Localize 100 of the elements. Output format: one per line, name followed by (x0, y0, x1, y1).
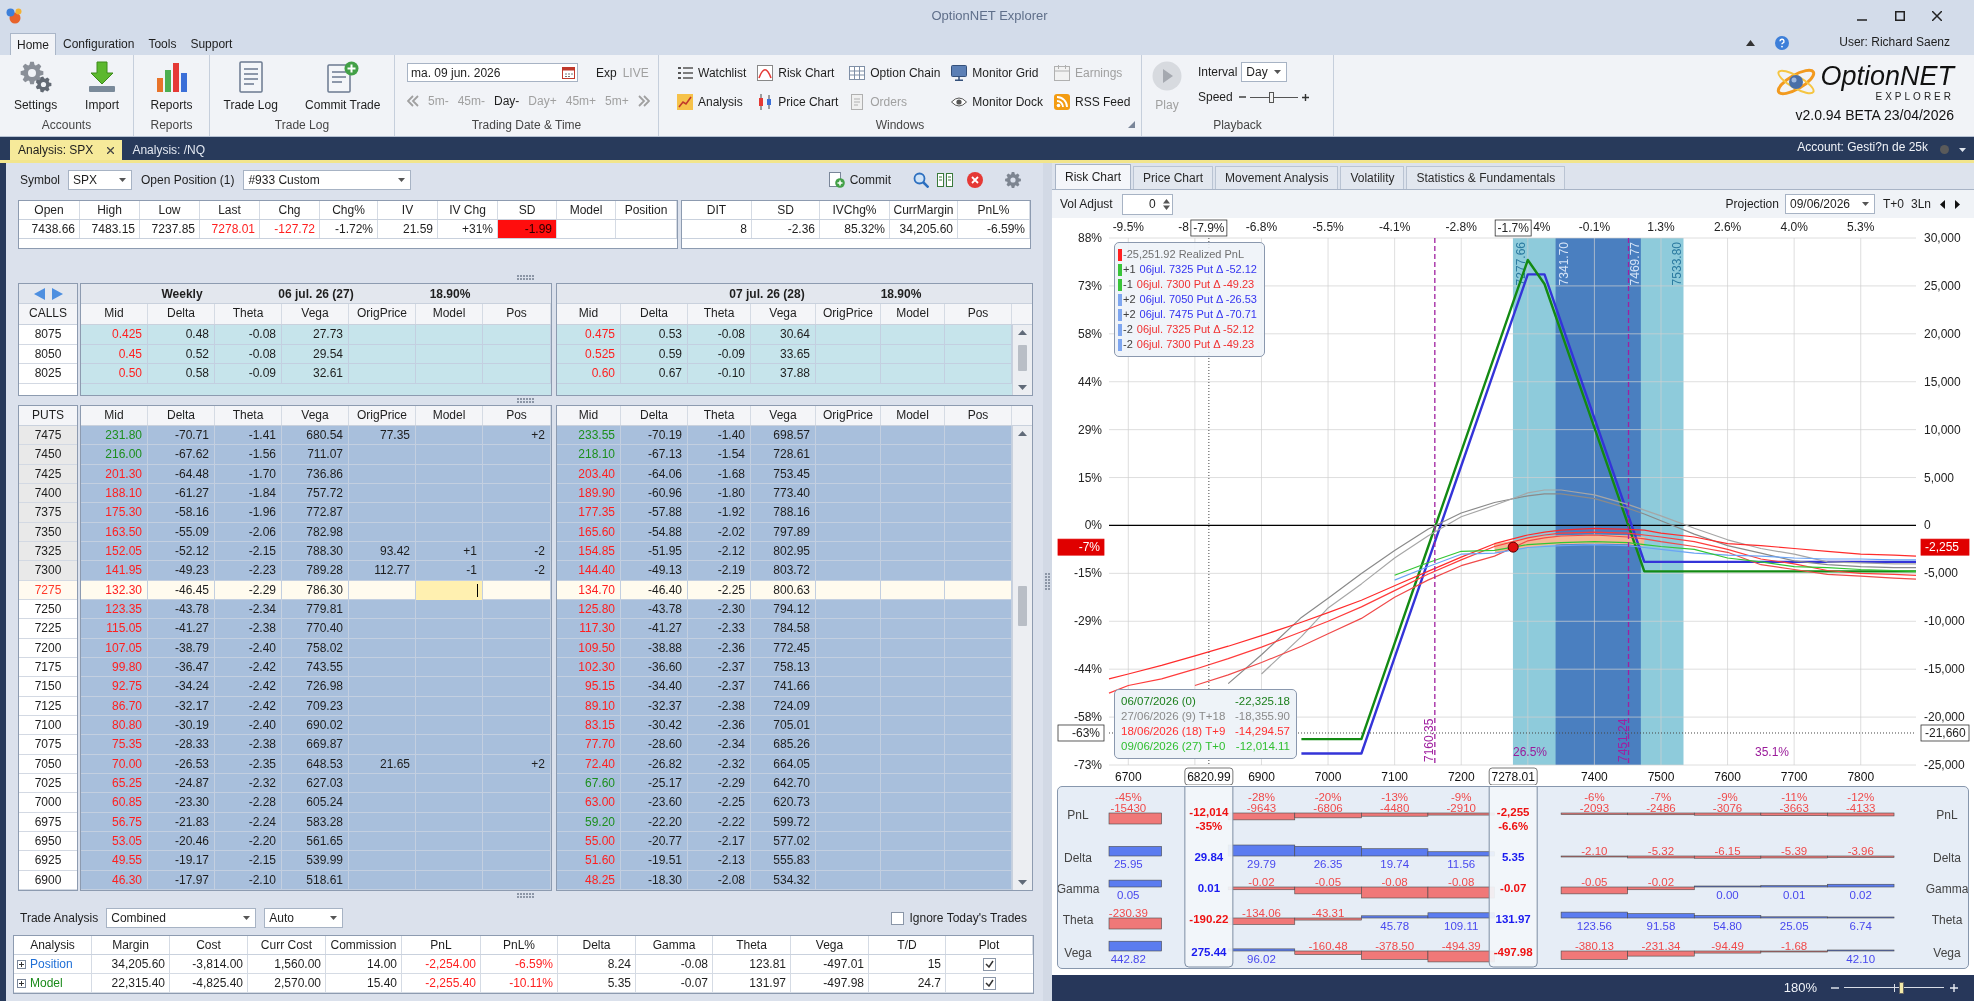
ribbon-button[interactable]: Reports (150, 55, 193, 112)
chart-tab[interactable]: Movement Analysis (1215, 166, 1339, 189)
offset-button[interactable]: T+0 (1882, 195, 1904, 213)
greek-value: -43.31 (1311, 907, 1345, 919)
checkbox[interactable] (890, 911, 904, 925)
next-arrow-icon[interactable] (1955, 199, 1960, 209)
scroll-up-icon[interactable] (1018, 431, 1027, 436)
projection-date-dropdown[interactable]: 09/06/2026 (1784, 194, 1875, 214)
document-tab[interactable]: Analysis: SPX (10, 140, 123, 160)
table-cell: 664.05 (751, 754, 816, 774)
table-cell: -2.02 (688, 522, 751, 542)
plot-checkbox[interactable] (983, 957, 996, 971)
value-bar (1108, 879, 1162, 888)
calendar-icon[interactable] (562, 66, 575, 79)
window-button[interactable]: Monitor Dock (951, 93, 1043, 111)
maximize-icon[interactable] (1895, 11, 1905, 21)
greek-value: -3663 (1779, 802, 1809, 814)
legend-entry: +1 06jul. 7325 Put Δ -52.12 (1123, 262, 1257, 278)
splitter-grip-icon[interactable] (516, 398, 535, 403)
menu-tab[interactable]: Configuration (56, 33, 142, 55)
window-button[interactable]: Watchlist (677, 64, 747, 82)
expand-icon[interactable] (17, 959, 26, 969)
column-header: OrigPrice (349, 304, 416, 324)
settings-icon[interactable] (1005, 172, 1021, 188)
lines-button[interactable]: 3Ln (1910, 195, 1931, 213)
splitter-grip-icon[interactable] (1045, 573, 1050, 591)
scroll-down-icon[interactable] (1018, 880, 1027, 885)
scrollbar-thumb[interactable] (1018, 345, 1027, 371)
slider-thumb[interactable] (1899, 982, 1904, 994)
scroll-down-icon[interactable] (1018, 385, 1027, 390)
mode-dropdown[interactable]: Combined (106, 908, 257, 928)
window-button[interactable]: Analysis (677, 93, 747, 111)
table-cell: 154.85 (557, 541, 621, 561)
menu-tab[interactable]: Support (183, 33, 240, 55)
table-cell: 48.25 (557, 870, 621, 890)
window-button[interactable]: Monitor Grid (951, 64, 1043, 82)
table-cell: -1.54 (688, 445, 751, 465)
ribbon-button[interactable]: Commit Trade (305, 55, 381, 112)
value-marker-label: -63% (1057, 724, 1105, 742)
chart-tab[interactable]: Statistics & Fundamentals (1406, 166, 1566, 189)
column-header: Model (881, 406, 945, 425)
ribbon-button[interactable]: Settings (13, 55, 58, 112)
chart-tab[interactable]: Price Chart (1133, 166, 1214, 189)
close-icon[interactable] (107, 146, 115, 154)
plus-icon[interactable] (1301, 93, 1309, 101)
expand-icon[interactable] (17, 978, 26, 988)
interval-dropdown[interactable]: Day (1241, 62, 1288, 82)
splitter-grip-icon[interactable] (516, 893, 535, 898)
scrollbar-thumb[interactable] (1018, 586, 1027, 626)
greek-value: -5.32 (1647, 845, 1675, 857)
axis-label: 15% (1077, 470, 1102, 485)
symbol-dropdown[interactable]: SPX (68, 170, 132, 190)
help-icon[interactable] (1775, 36, 1790, 50)
splitter-grip-icon[interactable] (516, 274, 535, 280)
minus-icon[interactable] (1238, 96, 1246, 98)
speed-slider[interactable] (1249, 91, 1298, 103)
position-dropdown[interactable]: #933 Custom (243, 170, 412, 190)
menu-tab[interactable]: Tools (141, 33, 184, 55)
scale-dropdown[interactable]: Auto (264, 908, 344, 928)
search-icon[interactable] (913, 172, 929, 188)
split-view-icon[interactable] (937, 172, 953, 188)
commit-button[interactable]: Commit (828, 171, 891, 189)
previous-arrow-icon[interactable] (1940, 199, 1945, 209)
slider-thumb[interactable] (1269, 91, 1275, 103)
document-tab[interactable]: Analysis: /NQ (124, 140, 214, 160)
table-cell: 115.05 (81, 619, 148, 639)
toggle-button[interactable]: Exp (596, 63, 617, 82)
document-plus-icon (326, 61, 359, 93)
greek-value: 109.11 (1444, 920, 1479, 932)
table-cell: 8 (682, 220, 752, 238)
table-cell: -497.98 (791, 974, 869, 992)
table-cell: 5.35 (558, 974, 636, 992)
chart-tab[interactable]: Risk Chart (1055, 164, 1131, 189)
window-button[interactable]: Price Chart (757, 93, 839, 111)
chart-tab[interactable]: Volatility (1340, 166, 1405, 189)
collapse-ribbon-icon[interactable] (1746, 40, 1756, 46)
window-button[interactable]: RSS Feed (1054, 93, 1131, 111)
table-cell: 14.00 (326, 955, 402, 973)
date-field[interactable]: ma. 09 jun. 2026 (407, 63, 578, 82)
scroll-up-icon[interactable] (1018, 330, 1027, 335)
close-icon[interactable] (1932, 11, 1942, 21)
greek-value: 0.02 (1849, 889, 1872, 901)
zoom-in-icon[interactable] (1950, 984, 1958, 992)
strike-cell: 7350 (19, 522, 77, 542)
percentage-label: 26.5% (1513, 745, 1547, 759)
dialog-launcher-icon[interactable] (1128, 121, 1135, 128)
vol-adjust-spinner[interactable]: 0 (1121, 193, 1173, 215)
plot-checkbox[interactable] (983, 976, 996, 990)
axis-label: -8 (1178, 220, 1189, 234)
window-button[interactable]: Option Chain (849, 64, 941, 82)
menu-tab[interactable]: Home (10, 33, 56, 55)
spinner-arrows-icon[interactable] (1162, 198, 1170, 210)
column-header: Delta (621, 406, 688, 425)
caret-down-icon[interactable] (1959, 148, 1966, 152)
table-cell: 177.35 (557, 503, 621, 523)
zoom-slider[interactable] (1844, 982, 1944, 994)
ribbon-button[interactable]: Trade Log (223, 55, 278, 112)
window-button[interactable]: Risk Chart (757, 64, 839, 82)
ribbon-button[interactable]: Import (85, 55, 120, 112)
step-button[interactable]: Day- (494, 92, 520, 110)
